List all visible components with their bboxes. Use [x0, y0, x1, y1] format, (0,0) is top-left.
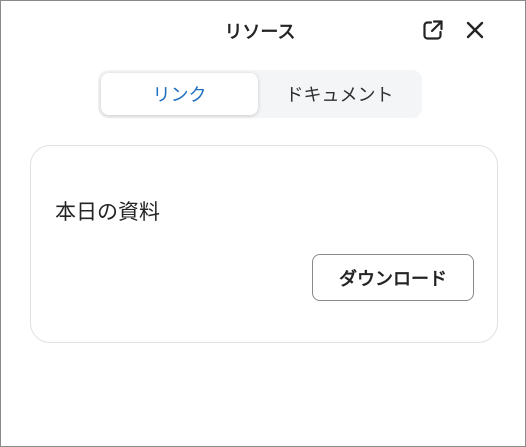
resource-title: 本日の資料	[55, 200, 160, 224]
tab-documents[interactable]: ドキュメント	[260, 73, 419, 115]
tab-bar: リンク ドキュメント	[98, 70, 422, 118]
tab-link[interactable]: リンク	[101, 73, 258, 115]
resources-window: リソース リンク ドキュメント 本日の資料 ダウンロード	[0, 0, 526, 447]
open-in-new-window-icon	[423, 20, 443, 40]
close-icon	[466, 21, 484, 39]
close-button[interactable]	[462, 17, 488, 43]
resource-card: 本日の資料 ダウンロード	[30, 145, 498, 343]
popout-button[interactable]	[420, 17, 446, 43]
download-button[interactable]: ダウンロード	[312, 254, 474, 301]
